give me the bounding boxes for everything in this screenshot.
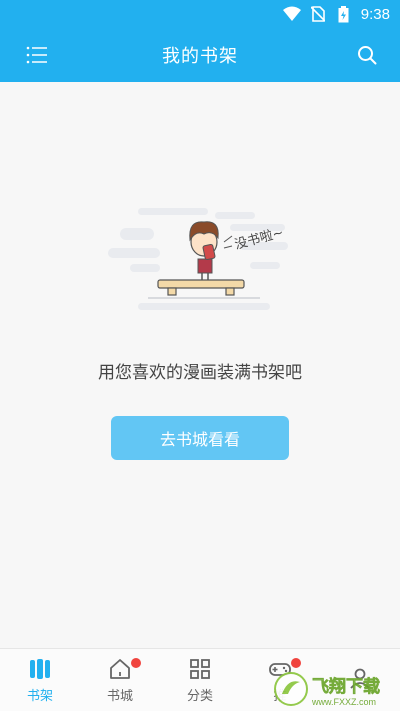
watermark-domain: www.FXXZ.com: [312, 696, 377, 707]
tab-label: 书架: [26, 688, 53, 704]
empty-bookshelf-illustration: 没书啦~: [108, 208, 288, 310]
bookshelf-content: 没书啦~ 用您喜欢的漫画装满书架吧 去书城看看: [0, 82, 400, 648]
search-icon: [358, 46, 377, 65]
tab-category[interactable]: 分类: [160, 649, 240, 711]
menu-icon: [26, 46, 47, 64]
wifi-icon: [282, 5, 301, 23]
empty-message: 用您喜欢的漫画装满书架吧: [98, 363, 302, 383]
fxxz-logo-icon: [274, 672, 308, 706]
app-header: 我的书架: [0, 28, 400, 82]
watermark-logo: 飞翔下载 www.FXXZ.com: [274, 671, 394, 707]
notification-badge: [131, 658, 141, 668]
tab-label: 分类: [186, 688, 213, 704]
status-bar: 9:38: [0, 0, 400, 28]
grid-icon: [190, 658, 210, 679]
notification-badge: [291, 658, 301, 668]
status-time: 9:38: [360, 5, 390, 23]
search-button[interactable]: [352, 40, 382, 70]
tab-label: 书城: [106, 688, 133, 704]
watermark-title: 飞翔下载: [312, 676, 381, 697]
battery-icon: [335, 5, 353, 23]
tab-bookshelf[interactable]: 书架: [0, 649, 80, 711]
tab-store[interactable]: 书城: [80, 649, 160, 711]
bookshelf-icon: [30, 658, 50, 679]
home-icon: [110, 658, 130, 679]
no-sim-icon: [309, 5, 327, 23]
menu-button[interactable]: [22, 40, 52, 70]
go-to-store-button[interactable]: 去书城看看: [111, 416, 289, 460]
page-title: 我的书架: [162, 46, 238, 67]
